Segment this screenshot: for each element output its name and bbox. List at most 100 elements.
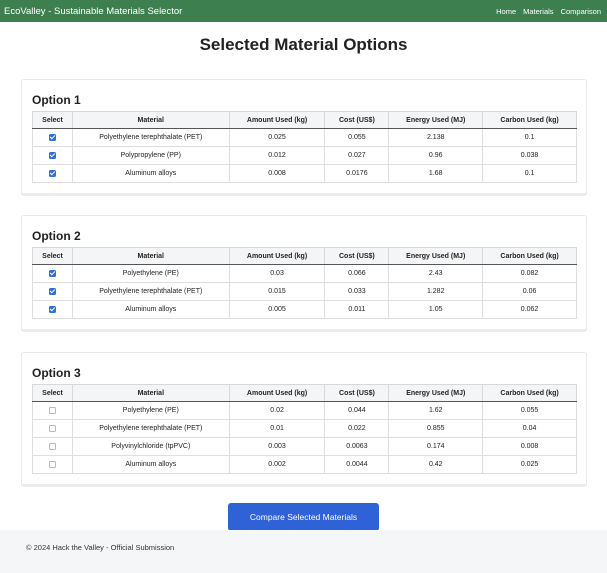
select-cell	[32, 437, 73, 456]
cost-cell: 0.0044	[324, 455, 390, 474]
carbon-cell: 0.082	[482, 264, 577, 283]
col-amount: Amount Used (kg)	[228, 111, 326, 129]
option-title: Option 3	[32, 366, 81, 380]
table-row: Polyvinylchloride (tpPVC) 0.003 0.0063 0…	[32, 437, 577, 456]
amount-cell: 0.01	[228, 419, 326, 438]
col-select: Select	[32, 384, 73, 402]
select-checkbox[interactable]	[48, 305, 56, 313]
amount-cell: 0.03	[228, 264, 326, 283]
cost-cell: 0.022	[324, 419, 390, 438]
select-cell	[32, 128, 73, 147]
carbon-cell: 0.008	[482, 437, 577, 456]
select-checkbox[interactable]	[48, 424, 56, 432]
table-row: Aluminum alloys 0.005 0.011 1.05 0.062	[32, 300, 577, 319]
col-material: Material	[71, 111, 230, 129]
table-row: Aluminum alloys 0.002 0.0044 0.42 0.025	[32, 455, 577, 474]
nav-links: Home Materials Comparison	[496, 7, 601, 16]
col-cost: Cost (US$)	[324, 111, 390, 129]
select-checkbox[interactable]	[48, 460, 56, 468]
select-cell	[32, 401, 73, 420]
energy-cell: 2.43	[388, 264, 484, 283]
nav-link-home[interactable]: Home	[496, 7, 516, 16]
select-cell	[32, 300, 73, 319]
select-cell	[32, 282, 73, 301]
carbon-cell: 0.025	[482, 455, 577, 474]
energy-cell: 1.05	[388, 300, 484, 319]
carbon-cell: 0.055	[482, 401, 577, 420]
col-select: Select	[32, 247, 73, 265]
materials-table: Select Material Amount Used (kg) Cost (U…	[32, 384, 577, 474]
table-row: Polyethylene terephthalate (PET) 0.01 0.…	[32, 419, 577, 438]
material-cell: Polyethylene terephthalate (PET)	[71, 419, 230, 438]
table-row: Polyethylene (PE) 0.03 0.066 2.43 0.082	[32, 264, 577, 283]
material-cell: Aluminum alloys	[71, 164, 230, 183]
col-amount: Amount Used (kg)	[228, 384, 326, 402]
nav-link-comparison[interactable]: Comparison	[561, 7, 601, 16]
select-cell	[32, 164, 73, 183]
select-checkbox[interactable]	[48, 442, 56, 450]
cost-cell: 0.0176	[324, 164, 390, 183]
table-header-row: Select Material Amount Used (kg) Cost (U…	[32, 247, 577, 265]
energy-cell: 0.174	[388, 437, 484, 456]
energy-cell: 0.855	[388, 419, 484, 438]
material-cell: Aluminum alloys	[71, 300, 230, 319]
amount-cell: 0.012	[228, 146, 326, 165]
amount-cell: 0.015	[228, 282, 326, 301]
navbar: EcoValley - Sustainable Materials Select…	[0, 0, 607, 22]
carbon-cell: 0.038	[482, 146, 577, 165]
compare-selected-button[interactable]: Compare Selected Materials	[228, 503, 379, 531]
energy-cell: 0.42	[388, 455, 484, 474]
materials-table: Select Material Amount Used (kg) Cost (U…	[32, 111, 577, 183]
amount-cell: 0.003	[228, 437, 326, 456]
amount-cell: 0.005	[228, 300, 326, 319]
carbon-cell: 0.1	[482, 164, 577, 183]
cost-cell: 0.0063	[324, 437, 390, 456]
option-card-2: Option 2 Select Material Amount Used (kg…	[21, 215, 587, 332]
cost-cell: 0.044	[324, 401, 390, 420]
cost-cell: 0.011	[324, 300, 390, 319]
select-cell	[32, 455, 73, 474]
cost-cell: 0.066	[324, 264, 390, 283]
amount-cell: 0.025	[228, 128, 326, 147]
select-checkbox[interactable]	[48, 406, 56, 414]
table-row: Polyethylene terephthalate (PET) 0.015 0…	[32, 282, 577, 301]
app-brand[interactable]: EcoValley - Sustainable Materials Select…	[4, 6, 182, 17]
select-checkbox[interactable]	[48, 133, 56, 141]
table-row: Polyethylene (PE) 0.02 0.044 1.62 0.055	[32, 401, 577, 420]
nav-link-materials[interactable]: Materials	[523, 7, 553, 16]
table-row: Polyethylene terephthalate (PET) 0.025 0…	[32, 128, 577, 147]
amount-cell: 0.008	[228, 164, 326, 183]
select-checkbox[interactable]	[48, 151, 56, 159]
select-checkbox[interactable]	[48, 269, 56, 277]
col-amount: Amount Used (kg)	[228, 247, 326, 265]
footer-text: © 2024 Hack the Valley - Official Submis…	[26, 543, 175, 552]
col-select: Select	[32, 111, 73, 129]
energy-cell: 1.62	[388, 401, 484, 420]
table-header-row: Select Material Amount Used (kg) Cost (U…	[32, 111, 577, 129]
material-cell: Polyethylene (PE)	[71, 401, 230, 420]
material-cell: Polyethylene terephthalate (PET)	[71, 282, 230, 301]
select-cell	[32, 146, 73, 165]
col-energy: Energy Used (MJ)	[388, 384, 484, 402]
amount-cell: 0.002	[228, 455, 326, 474]
carbon-cell: 0.06	[482, 282, 577, 301]
col-energy: Energy Used (MJ)	[388, 111, 484, 129]
material-cell: Aluminum alloys	[71, 455, 230, 474]
carbon-cell: 0.1	[482, 128, 577, 147]
amount-cell: 0.02	[228, 401, 326, 420]
select-cell	[32, 419, 73, 438]
carbon-cell: 0.04	[482, 419, 577, 438]
col-material: Material	[71, 384, 230, 402]
material-cell: Polyethylene (PE)	[71, 264, 230, 283]
col-carbon: Carbon Used (kg)	[482, 111, 577, 129]
col-carbon: Carbon Used (kg)	[482, 384, 577, 402]
energy-cell: 0.96	[388, 146, 484, 165]
materials-table: Select Material Amount Used (kg) Cost (U…	[32, 247, 577, 319]
page-title: Selected Material Options	[199, 35, 408, 54]
select-checkbox[interactable]	[48, 169, 56, 177]
table-header-row: Select Material Amount Used (kg) Cost (U…	[32, 384, 577, 402]
col-energy: Energy Used (MJ)	[388, 247, 484, 265]
select-checkbox[interactable]	[48, 287, 56, 295]
table-row: Polypropylene (PP) 0.012 0.027 0.96 0.03…	[32, 146, 577, 165]
energy-cell: 2.138	[388, 128, 484, 147]
